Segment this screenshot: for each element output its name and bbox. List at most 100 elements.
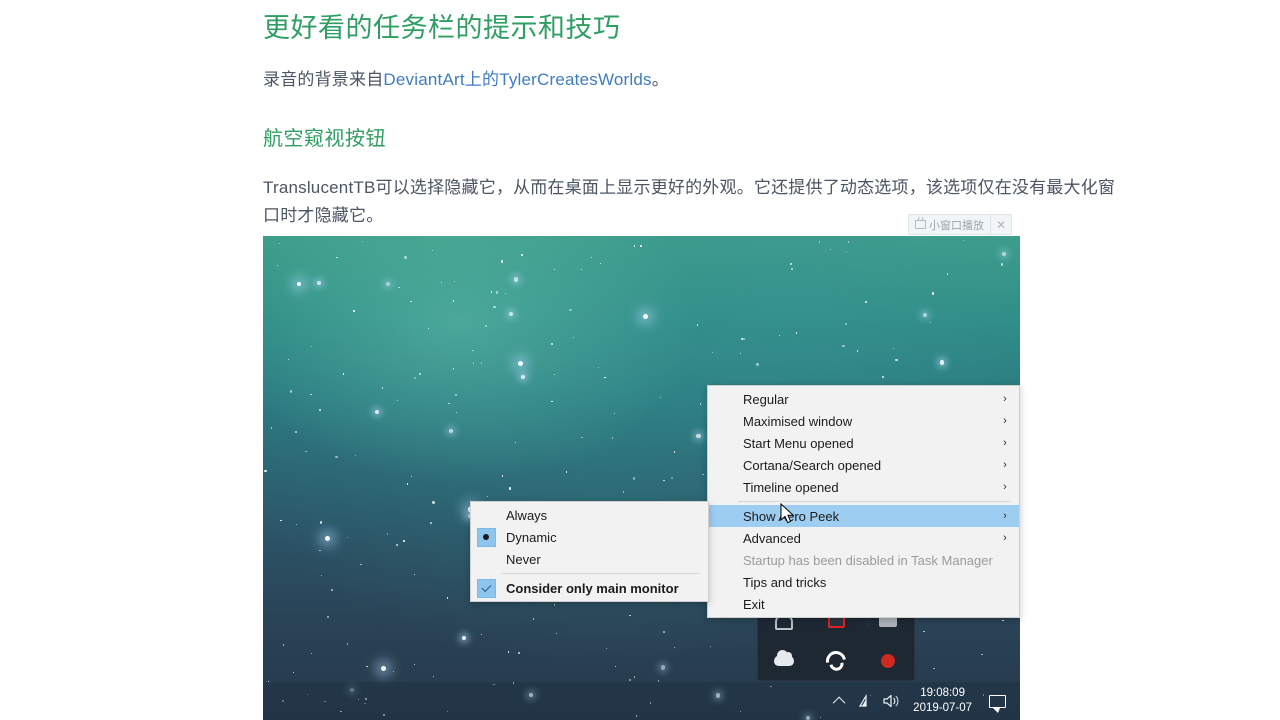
swirl-icon[interactable] [822, 646, 850, 675]
star [790, 262, 793, 266]
menu-item-label: Maximised window [743, 413, 853, 429]
star [360, 563, 362, 566]
cloud-icon[interactable] [773, 650, 795, 672]
mini-player-toggle[interactable]: 小窗口播放 [909, 215, 991, 234]
submenu-item-consider-only-main-monitor[interactable]: Consider only main monitor [471, 577, 708, 599]
link-mid[interactable]: 上的 [465, 70, 499, 89]
star [611, 437, 613, 439]
star [895, 358, 898, 362]
star [632, 477, 635, 480]
menu-item-label: Regular [743, 391, 789, 407]
speech-bubble-icon [988, 694, 1006, 713]
star [318, 408, 321, 411]
star [342, 373, 345, 375]
system-tray[interactable]: 19:08:09 2019-07-07 [827, 682, 1020, 720]
menu-item-maximised-window[interactable]: Maximised window › [708, 410, 1019, 432]
star [569, 308, 572, 312]
aero-peek-submenu[interactable]: Always Dynamic Never Consider only main mon… [470, 501, 709, 602]
menu-item-tips-and-tricks[interactable]: Tips and tricks [708, 571, 1019, 593]
red-dot-icon[interactable] [877, 650, 899, 672]
star [319, 550, 321, 552]
star [413, 573, 416, 575]
star [742, 337, 746, 341]
star [446, 597, 449, 599]
star [573, 337, 575, 339]
star-bright [297, 282, 301, 286]
star [842, 345, 845, 348]
star [295, 524, 298, 526]
star [613, 412, 615, 415]
menu-item-start-menu-opened[interactable]: Start Menu opened › [708, 432, 1019, 454]
menu-item-cortana-search-opened[interactable]: Cortana/Search opened › [708, 454, 1019, 476]
menu-item-show-aero-peek[interactable]: Show Aero Peek › [708, 505, 1019, 527]
star [432, 501, 435, 504]
star [509, 311, 514, 317]
chevron-right-icon: › [1003, 481, 1007, 493]
star [551, 400, 553, 402]
star [520, 374, 525, 380]
show-hidden-icons-button[interactable] [827, 682, 853, 720]
star [395, 543, 399, 547]
menu-item-exit[interactable]: Exit [708, 593, 1019, 615]
intro-suffix: 。 [651, 70, 669, 89]
star [320, 574, 323, 577]
star [929, 321, 932, 324]
action-center-button[interactable] [982, 682, 1012, 720]
submenu-item-never[interactable]: Never [471, 548, 708, 570]
menu-item-label: Tips and tricks [743, 574, 827, 590]
link-tylercreatesworlds[interactable]: TylerCreatesWorlds [499, 70, 652, 89]
star [335, 455, 338, 459]
star [674, 646, 676, 649]
star [427, 328, 429, 330]
submenu-item-gutter [471, 578, 501, 598]
star [472, 350, 474, 352]
menu-item-label: Show Aero Peek [743, 508, 840, 524]
star [696, 433, 701, 438]
page-title: 更好看的任务栏的提示和技巧 [263, 13, 621, 43]
star [514, 441, 517, 444]
submenu-item-always[interactable]: Always [471, 504, 708, 526]
star [282, 644, 284, 646]
section-heading: 航空窥视按钮 [263, 128, 386, 150]
star [461, 635, 466, 640]
star [509, 487, 512, 490]
menu-item-regular[interactable]: Regular › [708, 388, 1019, 410]
star-bright [518, 361, 523, 366]
network-icon[interactable] [853, 682, 879, 720]
link-deviantart[interactable]: DeviantArt [383, 70, 464, 89]
menu-item-advanced[interactable]: Advanced › [708, 527, 1019, 549]
star [346, 643, 349, 645]
taskbar[interactable]: 19:08:09 2019-07-07 [263, 682, 1020, 720]
star [702, 473, 704, 476]
chevron-right-icon: › [1003, 415, 1007, 427]
chevron-right-icon: › [1003, 532, 1007, 544]
star-bright [325, 536, 330, 541]
star [330, 588, 333, 591]
star [756, 363, 759, 366]
mini-player-bar[interactable]: 小窗口播放 ✕ [908, 214, 1012, 235]
star [673, 451, 675, 453]
close-icon[interactable]: ✕ [991, 215, 1011, 234]
intro-prefix: 录音的背景来自 [263, 70, 384, 89]
star [448, 428, 453, 434]
star [790, 268, 794, 271]
star [392, 670, 395, 673]
star [276, 264, 279, 266]
star [1000, 263, 1003, 266]
star [981, 654, 983, 656]
star [554, 604, 556, 606]
star [818, 241, 821, 243]
clock[interactable]: 19:08:09 2019-07-07 [905, 686, 982, 716]
submenu-item-label: Always [506, 507, 548, 523]
submenu-item-label: Consider only main monitor [506, 580, 679, 596]
submenu-item-dynamic[interactable]: Dynamic [471, 526, 708, 548]
star [671, 476, 674, 480]
volume-icon[interactable] [879, 682, 905, 720]
star [518, 652, 520, 654]
star [398, 287, 400, 289]
star [385, 281, 390, 286]
context-menu[interactable]: Regular › Maximised window › Start Menu open… [707, 385, 1020, 618]
menu-item-timeline-opened[interactable]: Timeline opened › [708, 476, 1019, 498]
star [604, 376, 606, 379]
star [622, 491, 625, 493]
